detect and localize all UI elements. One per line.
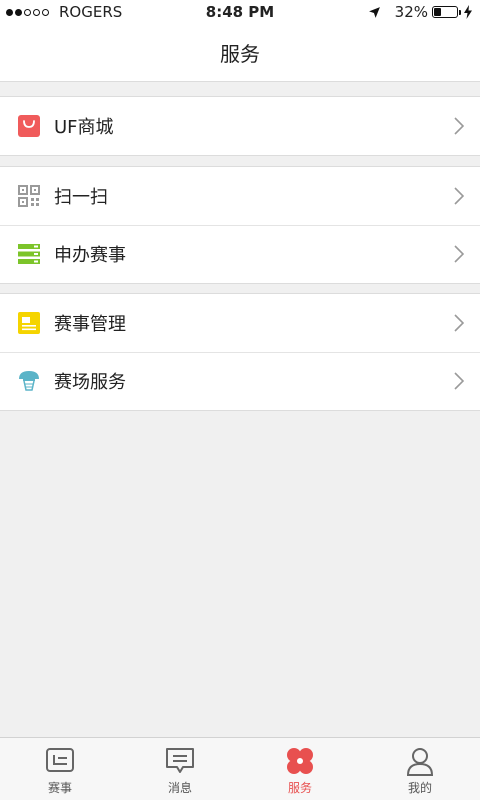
clipboard-icon [18, 312, 40, 334]
tab-messages[interactable]: 消息 [120, 738, 240, 800]
menu-group-shop: UF商城 [0, 96, 480, 156]
chevron-right-icon [454, 314, 464, 332]
menu-item-label: 申办赛事 [54, 245, 126, 266]
tab-bar: 赛事 消息 服务 我的 [0, 737, 480, 800]
menu-item-label: 赛场服务 [54, 372, 126, 393]
basketball-hoop-icon [18, 370, 40, 392]
tab-label: 服务 [287, 781, 312, 795]
ticket-icon [45, 746, 75, 776]
tab-events[interactable]: 赛事 [0, 738, 120, 800]
qr-code-icon [18, 185, 40, 207]
chevron-right-icon [454, 117, 464, 135]
menu-item-venue-service[interactable]: 赛场服务 [0, 352, 480, 410]
tab-label: 消息 [167, 781, 192, 795]
menu-group-management: 赛事管理 赛场服务 [0, 293, 480, 411]
chevron-right-icon [454, 245, 464, 263]
battery-percentage: 32% [394, 3, 428, 21]
person-icon [405, 746, 435, 776]
tab-profile[interactable]: 我的 [360, 738, 480, 800]
location-arrow-icon [368, 6, 380, 18]
server-list-icon [18, 243, 40, 265]
menu-item-uf-mall[interactable]: UF商城 [0, 97, 480, 155]
menu-item-label: UF商城 [54, 117, 114, 138]
menu-item-event-management[interactable]: 赛事管理 [0, 294, 480, 352]
menu-group-tools: 扫一扫 申办赛事 [0, 166, 480, 284]
menu-item-label: 扫一扫 [54, 187, 108, 208]
chevron-right-icon [454, 372, 464, 390]
tab-label: 我的 [407, 781, 432, 795]
shopping-bag-icon [18, 115, 40, 137]
clover-icon [285, 746, 315, 776]
status-bar: ROGERS 8:48 PM 32% [0, 0, 480, 24]
message-icon [165, 746, 195, 776]
charging-bolt-icon [464, 5, 472, 19]
menu-item-scan[interactable]: 扫一扫 [0, 167, 480, 225]
menu-item-apply-event[interactable]: 申办赛事 [0, 225, 480, 283]
chevron-right-icon [454, 187, 464, 205]
tab-services[interactable]: 服务 [240, 738, 360, 800]
nav-bar: 服务 [0, 24, 480, 82]
tab-label: 赛事 [47, 781, 72, 795]
page-title: 服务 [220, 42, 260, 66]
menu-item-label: 赛事管理 [54, 314, 126, 335]
battery-icon [432, 6, 458, 18]
